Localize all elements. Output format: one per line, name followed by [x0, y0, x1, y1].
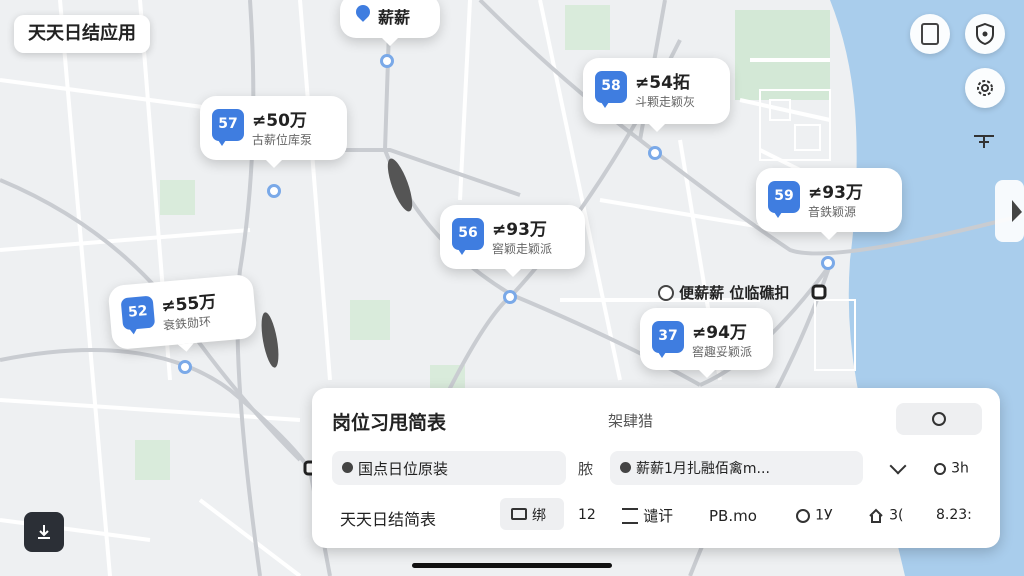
- location-dot[interactable]: [380, 54, 394, 68]
- rate-icon: [796, 508, 810, 523]
- home-icon: [869, 508, 883, 523]
- folder-icon: [511, 508, 527, 520]
- location-field-value: 国点日位原装: [358, 460, 449, 478]
- folder-label: 绑: [532, 508, 546, 524]
- job-subtitle: 古薪位库泵: [252, 133, 313, 147]
- clock-icon: [934, 462, 946, 475]
- location-dot[interactable]: [267, 184, 281, 198]
- job-badge: 57: [212, 109, 244, 146]
- job-badge: 37: [652, 321, 684, 358]
- top-marker-label: 薪薪: [378, 8, 411, 27]
- job-info-panel: 岗位习甩简表 架肆猎 国点日位原装 脓 薪薪1月扎融佰禽m... 3h 天天日结…: [312, 388, 1000, 548]
- top-location-marker[interactable]: 薪薪: [340, 0, 440, 46]
- location-pin-icon: [342, 462, 353, 473]
- list-icon: [622, 507, 638, 524]
- date-field[interactable]: 薪薪1月扎融佰禽m...: [610, 451, 863, 485]
- settings-icon: [932, 412, 946, 426]
- job-pin[interactable]: 58 ≠54拓 斗颗走颖灰: [583, 58, 730, 132]
- location-pin-icon: [658, 284, 674, 301]
- gear-icon: [977, 80, 993, 96]
- rate-value: 1У: [815, 507, 833, 524]
- panel-subtitle: 架肆猎: [608, 412, 654, 430]
- job-salary: ≠93万: [492, 220, 547, 240]
- location-dot[interactable]: [821, 256, 835, 270]
- download-icon: [38, 525, 50, 539]
- list-label: 谴讦: [643, 507, 674, 525]
- folder-button[interactable]: 绑: [500, 498, 564, 530]
- time-value: 3h: [951, 460, 969, 477]
- home-value: 3(: [889, 507, 904, 524]
- bottom-title: 天天日结简表: [340, 510, 437, 529]
- panel-action-button[interactable]: [896, 403, 982, 435]
- job-subtitle: 衰鉄勋环: [162, 314, 212, 333]
- job-salary: ≠50万: [252, 111, 307, 131]
- clipboard-icon: [921, 23, 939, 45]
- job-badge: 52: [120, 295, 156, 331]
- job-subtitle: 窖颖走颖派: [492, 242, 553, 256]
- location-dot[interactable]: [648, 146, 662, 160]
- app-title: 天天日结应用: [14, 15, 150, 53]
- job-salary: ≠54拓: [635, 73, 690, 93]
- job-badge: 58: [595, 71, 627, 108]
- date-field-value: 薪薪1月扎融佰禽m...: [636, 461, 770, 477]
- field-separator: 脓: [578, 460, 594, 478]
- shield-button[interactable]: [965, 14, 1005, 54]
- location-dot[interactable]: [178, 360, 192, 374]
- job-pin[interactable]: 56 ≠93万 窖颖走颖派: [440, 205, 585, 277]
- list-button[interactable]: 谴讦: [622, 505, 673, 526]
- poi-label: 便薪薪 位临礁扣: [679, 284, 790, 302]
- count-value: 12: [578, 507, 596, 523]
- map-pin-icon: [353, 2, 373, 22]
- poi-marker[interactable]: 便薪薪 位临礁扣: [658, 282, 789, 303]
- job-pin[interactable]: 37 ≠94万 窖趣妥颖派: [640, 308, 773, 378]
- location-field[interactable]: 国点日位原装: [332, 451, 566, 485]
- job-badge: 56: [452, 218, 484, 255]
- chevron-down-icon[interactable]: [889, 457, 907, 475]
- panel-title: 岗位习甩简表: [332, 412, 447, 434]
- job-pin[interactable]: 57 ≠50万 古薪位库泵: [200, 96, 347, 168]
- job-subtitle: 音鉄颖源: [808, 205, 857, 219]
- distance-value: 8.23:: [936, 507, 972, 523]
- shield-icon: [976, 23, 994, 45]
- job-subtitle: 窖趣妥颖派: [692, 345, 753, 359]
- job-subtitle: 斗颗走颖灰: [635, 95, 696, 109]
- job-salary: ≠94万: [692, 323, 747, 343]
- info-icon: [620, 462, 631, 473]
- job-salary: ≠93万: [808, 183, 863, 203]
- rate-display: 1У: [796, 505, 833, 524]
- export-button[interactable]: [24, 512, 64, 552]
- compass-icon: [974, 135, 994, 148]
- job-pin[interactable]: 59 ≠93万 音鉄颖源: [756, 168, 902, 240]
- home-indicator[interactable]: [412, 563, 612, 568]
- settings-button[interactable]: [965, 68, 1005, 108]
- job-pin[interactable]: 52 ≠55万 衰鉄勋环: [107, 273, 258, 351]
- location-dot[interactable]: [503, 290, 517, 304]
- pb-label: PB.mo: [709, 507, 757, 525]
- job-badge: 59: [768, 181, 800, 218]
- time-display: 3h: [934, 458, 969, 477]
- compass-button[interactable]: [970, 128, 998, 152]
- clipboard-button[interactable]: [910, 14, 950, 54]
- home-display: 3(: [868, 505, 903, 524]
